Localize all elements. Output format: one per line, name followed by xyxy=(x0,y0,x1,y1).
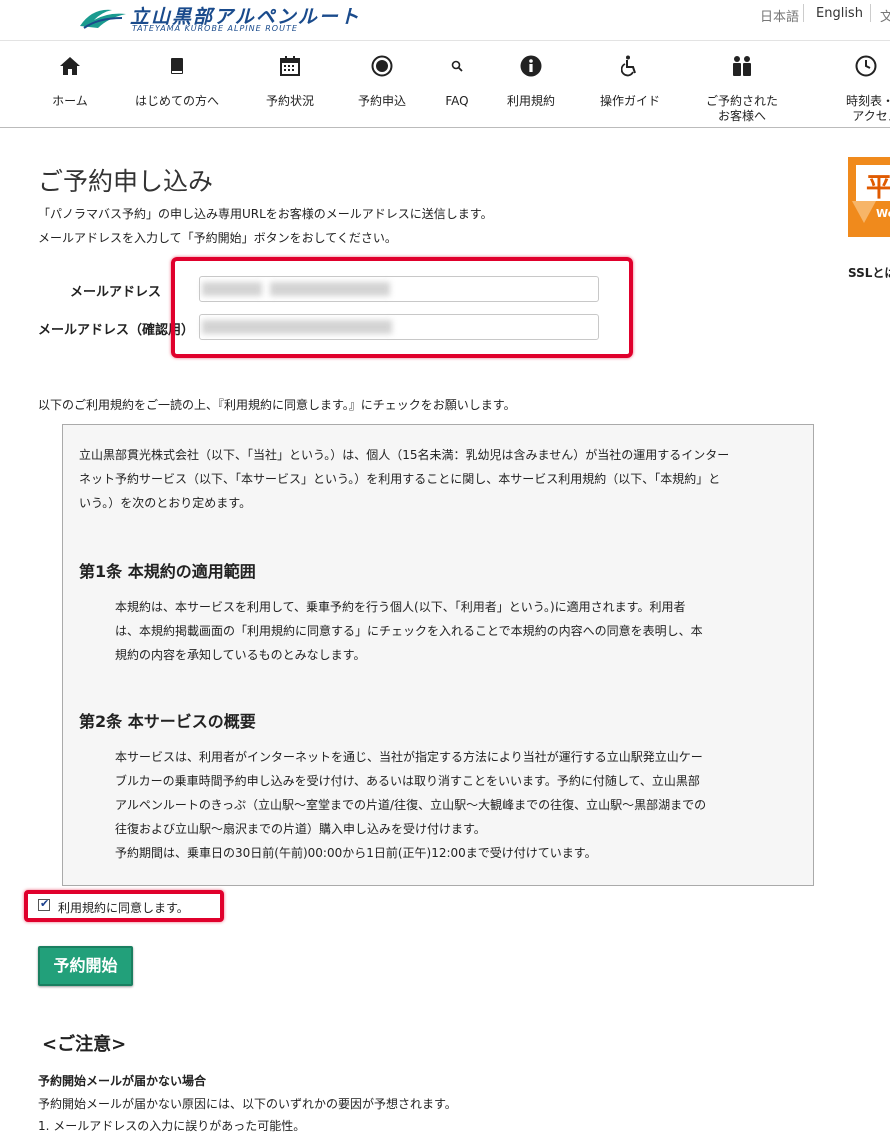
email-label: メールアドレス xyxy=(70,285,162,300)
down-arrow-icon xyxy=(852,201,876,223)
wheelchair-icon xyxy=(621,55,636,77)
terms-article-2-heading: 第2条 本サービスの概要 xyxy=(79,712,256,731)
terms-article-2-line: アルペンルートのきっぷ（立山駅～室堂までの片道/往復、立山駅～大観峰までの往復、… xyxy=(115,798,707,812)
nav-terms[interactable]: 利用規約 xyxy=(501,41,561,127)
agree-checkbox-label[interactable]: 利用規約に同意します。 xyxy=(58,899,189,916)
nav-guide-label: 操作ガイド xyxy=(599,94,660,108)
ssl-link[interactable]: SSLとは xyxy=(848,264,890,281)
nav-first-time[interactable]: はじめての方へ xyxy=(135,41,219,127)
side-banner[interactable]: 平 We xyxy=(848,157,890,237)
terms-intro-line: ネット予約サービス（以下、「本サービス」という。）を利用することに関し、本サービ… xyxy=(79,472,721,486)
nav-reserve-apply[interactable]: 予約申込 xyxy=(352,41,412,127)
terms-article-2-line: 予約期間は、乗車日の30日前(午前)00:00から1日前(正午)12:00まで受… xyxy=(115,846,597,860)
nav-timetable-access-label: 時刻表・運アクセス xyxy=(845,94,890,123)
home-icon xyxy=(60,57,80,75)
site-logo[interactable]: 立山黒部アルペンルート TATEYAMA KUROBE ALPINE ROUTE xyxy=(78,2,359,33)
notice-text-2: 1. メールアドレスの入力に誤りがあった可能性。 xyxy=(38,1119,306,1133)
nav-reserved-customers-label: ご予約された お客様へ xyxy=(705,94,778,123)
nav-faq[interactable]: FAQ xyxy=(427,41,487,127)
lang-japanese-link[interactable]: 日本語 xyxy=(760,6,799,25)
search-icon xyxy=(451,60,463,72)
notice-heading: <ご注意> xyxy=(42,1034,127,1055)
nav-home[interactable]: ホーム xyxy=(40,41,100,127)
intro-text-1: 「パノラマバス予約」の申し込み専用URLをお客様のメールアドレスに送信します。 xyxy=(38,207,493,221)
notice-text-1: 予約開始メールが届かない原因には、以下のいずれかの要因が予想されます。 xyxy=(38,1097,457,1111)
main-nav: ホーム はじめての方へ 予約状況 予約申込 FAQ 利用規約 操作ガイド ご予約… xyxy=(0,41,890,128)
agree-checkbox[interactable]: ✔ xyxy=(38,897,50,911)
lang-chinese-link[interactable]: 文 xyxy=(880,6,890,25)
terms-instruction: 以下のご利用規約をご一読の上、『利用規約に同意します。』にチェックをお願いします… xyxy=(38,398,516,412)
nav-timetable-access[interactable]: 時刻表・運アクセス xyxy=(836,41,890,127)
top-bar: 立山黒部アルペンルート TATEYAMA KUROBE ALPINE ROUTE… xyxy=(0,0,890,41)
terms-article-1-line: 本規約は、本サービスを利用して、乗車予約を行う個人(以下、「利用者」という。)に… xyxy=(115,600,686,614)
users-icon xyxy=(733,56,751,76)
nav-reservation-status[interactable]: 予約状況 xyxy=(260,41,320,127)
calendar-icon xyxy=(280,56,300,76)
banner-text: We xyxy=(876,207,890,220)
email-highlight-box xyxy=(171,257,633,358)
terms-article-2-line: 本サービスは、利用者がインターネットを通じ、当社が指定する方法により当社が運行す… xyxy=(115,750,703,764)
nav-reserved-customers[interactable]: ご予約された お客様へ xyxy=(706,41,778,127)
start-reservation-button[interactable]: 予約開始 xyxy=(38,946,133,986)
terms-box[interactable]: 立山黒部貫光株式会社（以下、「当社」という。）は、個人（15名未満：乳幼児は含み… xyxy=(62,424,814,886)
nav-home-label: ホーム xyxy=(52,94,88,108)
terms-article-2-line: ブルカーの乗車時間予約申し込みを受け付け、あるいは取り消すことをいいます。予約に… xyxy=(115,774,700,788)
logo-subtitle: TATEYAMA KUROBE ALPINE ROUTE xyxy=(132,24,298,33)
check-mark-icon: ✔ xyxy=(40,897,50,910)
banner-char: 平 xyxy=(866,173,890,203)
clock-icon xyxy=(855,55,877,77)
nav-first-time-label: はじめての方へ xyxy=(134,94,219,108)
record-icon xyxy=(371,55,393,77)
lang-divider xyxy=(803,4,804,22)
terms-intro-line: 立山黒部貫光株式会社（以下、「当社」という。）は、個人（15名未満：乳幼児は含み… xyxy=(79,448,730,462)
notice-subheading: 予約開始メールが届かない場合 xyxy=(38,1074,207,1088)
terms-article-2-line: 往復および立山駅～扇沢までの片道）購入申し込みを受け付けます。 xyxy=(115,822,486,836)
book-icon xyxy=(171,58,183,74)
lang-divider xyxy=(870,4,871,22)
page-title: ご予約申し込み xyxy=(38,167,214,196)
terms-article-1-heading: 第1条 本規約の適用範囲 xyxy=(79,562,256,581)
terms-intro-line: いう。）を次のとおり定めます。 xyxy=(79,496,252,510)
terms-article-1-line: は、本規約掲載画面の「利用規約に同意する」にチェックを入れることで本規約の内容へ… xyxy=(115,624,703,638)
lang-english-link[interactable]: English xyxy=(816,6,863,21)
terms-article-1-line: 規約の内容を承知しているものとみなします。 xyxy=(115,648,366,662)
logo-swoosh-icon xyxy=(80,9,126,29)
intro-text-2: メールアドレスを入力して「予約開始」ボタンをおしてください。 xyxy=(38,231,397,245)
info-icon xyxy=(520,55,542,77)
nav-guide[interactable]: 操作ガイド xyxy=(600,41,660,127)
